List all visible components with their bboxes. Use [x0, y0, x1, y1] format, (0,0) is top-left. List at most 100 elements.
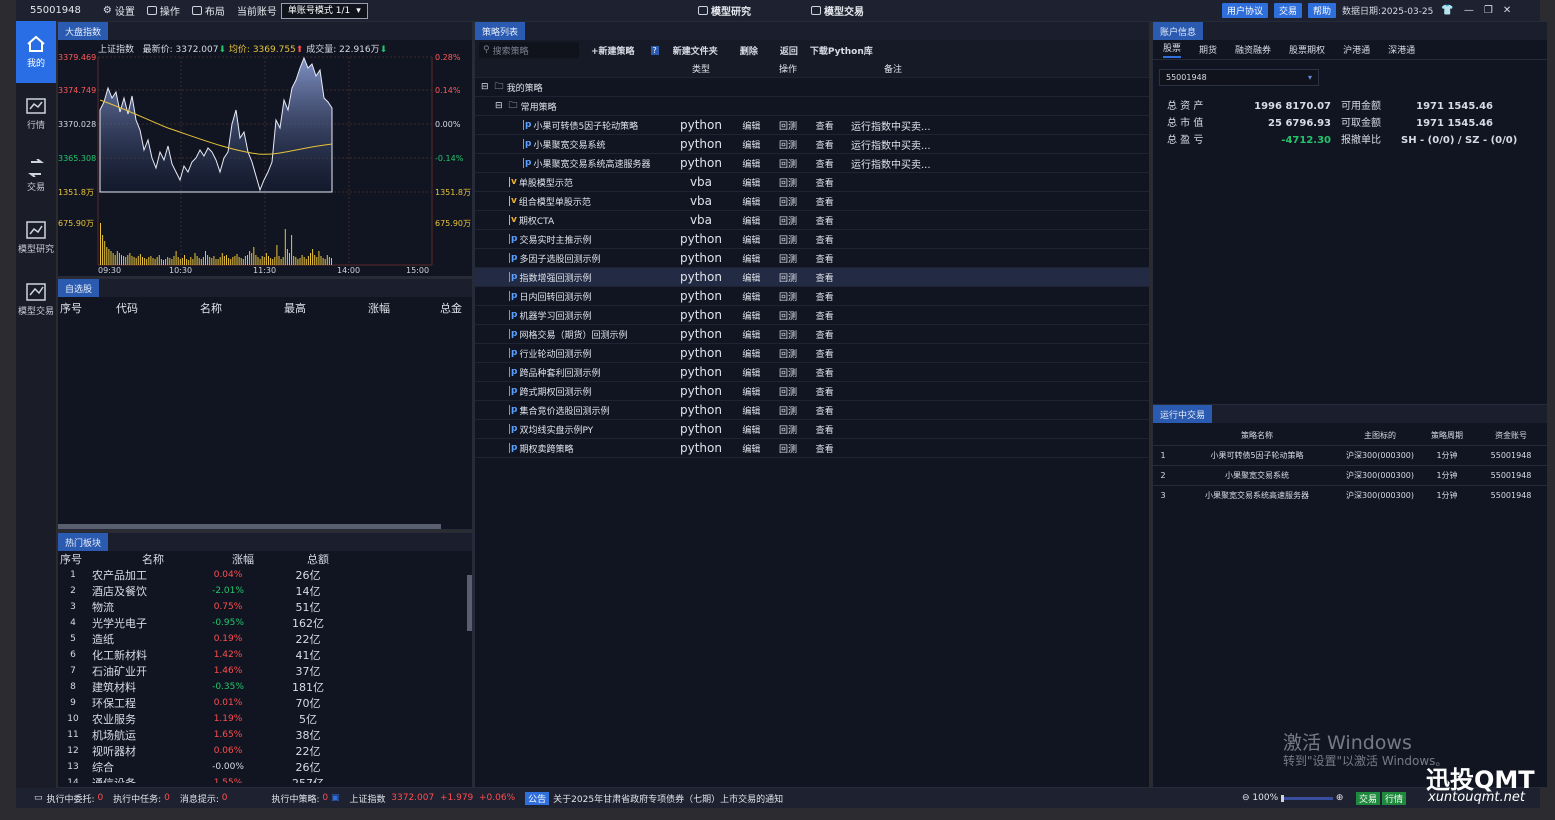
- new-folder-button[interactable]: 新建文件夹: [673, 44, 718, 57]
- nav-market[interactable]: 行情: [16, 83, 56, 145]
- view-link[interactable]: 查看: [816, 404, 834, 417]
- strategy-row[interactable]: p 交易实时主推示例 python 编辑 回测 查看: [475, 230, 1149, 249]
- user-agreement-button[interactable]: 用户协议: [1222, 3, 1269, 18]
- exec-order[interactable]: ▭ 执行中委托: 0: [34, 792, 103, 805]
- account-select[interactable]: 55001948 ▾: [1159, 69, 1319, 86]
- edit-link[interactable]: 编辑: [742, 423, 760, 436]
- running-row[interactable]: 1 小果可转债5因子轮动策略 沪深300(000300) 1分钟 5500194…: [1153, 445, 1547, 465]
- backtest-link[interactable]: 回测: [779, 214, 797, 227]
- hot-col-change[interactable]: 涨幅: [198, 551, 288, 567]
- strategy-row[interactable]: v 期权CTA vba 编辑 回测 查看: [475, 211, 1149, 230]
- close-icon[interactable]: ✕: [1503, 5, 1511, 16]
- strategy-row[interactable]: v 单股模型示范 vba 编辑 回测 查看: [475, 173, 1149, 192]
- nav-my[interactable]: 我的: [16, 21, 56, 83]
- col-name[interactable]: 名称: [200, 300, 284, 316]
- download-python-lib-button[interactable]: 下载Python库: [810, 44, 873, 57]
- strategy-search[interactable]: ⚲ 搜索策略: [479, 42, 579, 58]
- edit-link[interactable]: 编辑: [742, 195, 760, 208]
- edit-link[interactable]: 编辑: [742, 328, 760, 341]
- backtest-link[interactable]: 回测: [779, 252, 797, 265]
- tab-model-research[interactable]: 模型研究: [698, 3, 751, 18]
- subtab-hk-sh[interactable]: 沪港通: [1343, 43, 1370, 56]
- restore-icon[interactable]: ❐: [1484, 5, 1493, 16]
- running-row[interactable]: 3 小果聚宽交易系统高速服务器 沪深300(000300) 1分钟 550019…: [1153, 485, 1547, 505]
- backtest-link[interactable]: 回测: [779, 423, 797, 436]
- hot-sector-row[interactable]: 14 通信设备 1.55% 257亿: [58, 775, 472, 783]
- exec-strategy[interactable]: 执行中策略: 0 ▣: [271, 792, 339, 805]
- backtest-link[interactable]: 回测: [779, 157, 797, 170]
- backtest-link[interactable]: 回测: [779, 290, 797, 303]
- backtest-link[interactable]: 回测: [779, 233, 797, 246]
- messages[interactable]: 消息提示: 0: [180, 792, 228, 805]
- backtest-link[interactable]: 回测: [779, 328, 797, 341]
- edit-link[interactable]: 编辑: [742, 252, 760, 265]
- backtest-link[interactable]: 回测: [779, 309, 797, 322]
- view-link[interactable]: 查看: [816, 347, 834, 360]
- zoom-out-icon[interactable]: ⊖: [1242, 793, 1250, 803]
- view-link[interactable]: 查看: [816, 423, 834, 436]
- hot-vscrollbar[interactable]: [467, 575, 472, 631]
- index-ticker[interactable]: 上证指数 3372.007 +1.979 +0.06%: [350, 792, 516, 805]
- strategy-row[interactable]: p 集合竞价选股回测示例 python 编辑 回测 查看: [475, 401, 1149, 420]
- view-link[interactable]: 查看: [816, 385, 834, 398]
- backtest-link[interactable]: 回测: [779, 119, 797, 132]
- edit-link[interactable]: 编辑: [742, 271, 760, 284]
- intraday-chart[interactable]: 3379.469 3374.749 3370.028 3365.308 1351…: [58, 40, 474, 278]
- tab-watchlist[interactable]: 自选股: [58, 279, 100, 297]
- folder-my-strategies[interactable]: ⊟ 🗀 我的策略: [475, 78, 1149, 97]
- edit-link[interactable]: 编辑: [742, 176, 760, 189]
- edit-link[interactable]: 编辑: [742, 347, 760, 360]
- edit-link[interactable]: 编辑: [742, 366, 760, 379]
- account-mode-select[interactable]: 单账号模式 1/1 ▾: [280, 2, 368, 19]
- zoom-in-icon[interactable]: ⊕: [1336, 793, 1344, 803]
- edit-link[interactable]: 编辑: [742, 138, 760, 151]
- subtab-options[interactable]: 股票期权: [1289, 43, 1325, 56]
- view-link[interactable]: 查看: [816, 195, 834, 208]
- hot-col-amount[interactable]: 总额: [288, 551, 348, 567]
- col-high[interactable]: 最高: [284, 300, 368, 316]
- col-ops[interactable]: 操作: [733, 62, 843, 75]
- view-link[interactable]: 查看: [816, 157, 834, 170]
- view-link[interactable]: 查看: [816, 366, 834, 379]
- watchlist-hscrollbar[interactable]: [58, 524, 441, 529]
- skin-icon[interactable]: 👕: [1441, 5, 1453, 16]
- edit-link[interactable]: 编辑: [742, 404, 760, 417]
- edit-link[interactable]: 编辑: [742, 233, 760, 246]
- subtab-stock[interactable]: 股票: [1163, 41, 1182, 58]
- hot-col-name[interactable]: 名称: [108, 551, 198, 567]
- nav-model-research[interactable]: 模型研究: [16, 207, 56, 269]
- view-link[interactable]: 查看: [816, 290, 834, 303]
- strategy-row[interactable]: p 期权卖跨策略 python 编辑 回测 查看: [475, 439, 1149, 458]
- edit-link[interactable]: 编辑: [742, 157, 760, 170]
- strategy-row[interactable]: p 小果可转债5因子轮动策略 python 编辑 回测 查看 运行指数中买卖..…: [475, 116, 1149, 135]
- col-note[interactable]: 备注: [843, 62, 943, 75]
- hot-sector-row[interactable]: 6 化工新材料 1.42% 41亿: [58, 647, 472, 663]
- operate-menu[interactable]: 操作: [146, 3, 180, 18]
- notice[interactable]: 公告 关于2025年甘肃省政府专项债券（七期）上市交易的通知: [525, 791, 783, 805]
- tab-running-trades[interactable]: 运行中交易: [1153, 405, 1213, 423]
- hot-col-no[interactable]: 序号: [58, 551, 108, 567]
- hot-sector-row[interactable]: 11 机场航运 1.65% 38亿: [58, 727, 472, 743]
- view-link[interactable]: 查看: [816, 271, 834, 284]
- tab-index[interactable]: 大盘指数: [58, 22, 109, 40]
- nav-trade[interactable]: 交易: [16, 145, 56, 207]
- view-link[interactable]: 查看: [816, 233, 834, 246]
- backtest-link[interactable]: 回测: [779, 138, 797, 151]
- edit-link[interactable]: 编辑: [742, 309, 760, 322]
- strategy-row[interactable]: p 小果聚宽交易系统 python 编辑 回测 查看 运行指数中买卖...: [475, 135, 1149, 154]
- status-market-button[interactable]: 行情: [1382, 791, 1407, 805]
- col-no[interactable]: 序号: [58, 300, 116, 316]
- subtab-futures[interactable]: 期货: [1199, 43, 1217, 56]
- trade-button[interactable]: 交易: [1274, 3, 1303, 18]
- hot-sector-row[interactable]: 5 造纸 0.19% 22亿: [58, 631, 472, 647]
- settings-menu[interactable]: ⚙ 设置: [103, 3, 135, 18]
- strategy-row[interactable]: p 小果聚宽交易系统高速服务器 python 编辑 回测 查看 运行指数中买卖.…: [475, 154, 1149, 173]
- zoom-control[interactable]: ⊖ 100% ⊕: [1242, 793, 1343, 803]
- minimize-icon[interactable]: —: [1464, 5, 1474, 16]
- hot-sector-row[interactable]: 3 物流 0.75% 51亿: [58, 599, 472, 615]
- subtab-hk-sz[interactable]: 深港通: [1388, 43, 1415, 56]
- new-strategy-button[interactable]: +新建策略: [591, 44, 635, 57]
- strategy-row[interactable]: p 网格交易（期货）回测示例 python 编辑 回测 查看: [475, 325, 1149, 344]
- backtest-link[interactable]: 回测: [779, 442, 797, 455]
- strategy-row[interactable]: p 双均线实盘示例PY python 编辑 回测 查看: [475, 420, 1149, 439]
